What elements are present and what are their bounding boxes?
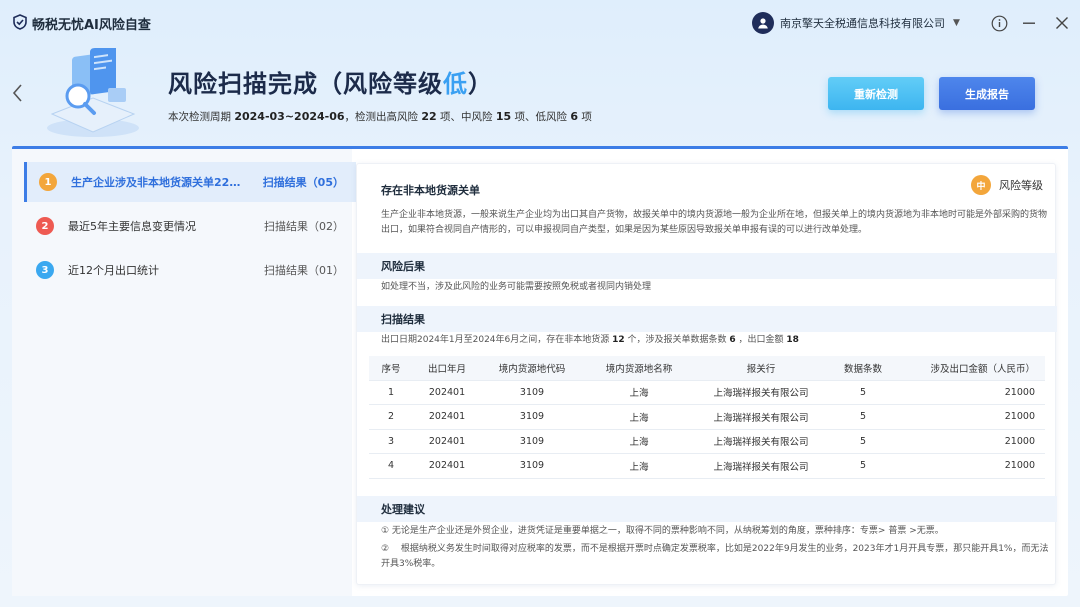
table-cell: 上海瑞祥报关有限公司 — [695, 404, 827, 429]
detail-description: 生产企业非本地货源，一般来说生产企业均为出口其自产货物，故报关单中的境内货源地一… — [381, 210, 1048, 235]
sidebar-item-label: 最近5年主要信息变更情况 — [68, 220, 196, 233]
sidebar-item-nonlocal-source[interactable]: 1 生产企业涉及非本地货源关单221... 扫描结果（05） — [24, 162, 356, 202]
title-bar: 畅税无忧AI风险自查 南京擎天全税通信息科技有限公司 ▼ — [0, 0, 1080, 46]
risk-item-sidebar: 1 生产企业涉及非本地货源关单221... 扫描结果（05） 2 最近5年主要信… — [12, 149, 356, 596]
table-cell: 21000 — [899, 379, 1045, 405]
table-cell: 202401 — [413, 453, 481, 479]
sidebar-item-export-stats[interactable]: 3 近12个月出口统计 扫描结果（01） — [24, 250, 356, 290]
user-avatar-icon — [752, 12, 774, 34]
table-cell: 上海 — [583, 428, 695, 454]
sidebar-item-label: 生产企业涉及非本地货源关单221... — [71, 176, 247, 189]
table-cell: 上海 — [583, 379, 695, 405]
sidebar-item-number: 1 — [39, 173, 57, 191]
advice-heading: 处理建议 — [357, 496, 1057, 522]
account-selector[interactable]: 南京擎天全税通信息科技有限公司 ▼ — [752, 12, 960, 34]
advice-item-1: ① 无论是生产企业还是外贸企业，进货凭证是重要单据之一，取得不同的票种影响不同，… — [381, 526, 944, 536]
table-cell: 5 — [827, 379, 899, 405]
minimize-icon[interactable] — [1019, 13, 1039, 33]
sidebar-item-number: 2 — [36, 217, 54, 235]
sidebar-item-result: 扫描结果（05） — [262, 176, 344, 189]
table-cell: 5 — [827, 404, 899, 429]
table-cell: 4 — [369, 453, 413, 479]
table-cell: 上海 — [583, 404, 695, 429]
sidebar-item-label: 近12个月出口统计 — [68, 264, 159, 277]
scan-result-heading: 扫描结果 — [357, 306, 1057, 332]
column-header: 报关行 — [695, 356, 827, 380]
risk-detail-card: 存在非本地货源关单 中 风险等级 生产企业非本地货源，一般来说生产企业均为出口其… — [356, 163, 1057, 585]
chevron-left-icon[interactable] — [10, 82, 26, 104]
sidebar-item-number: 3 — [36, 261, 54, 279]
column-header: 境内货源地代码 — [481, 356, 583, 380]
sidebar-item-result: 扫描结果（01） — [264, 264, 344, 277]
scan-result-text: 出口日期2024年1月至2024年6月之间，存在非本地货源 12 个，涉及报关单… — [381, 335, 799, 345]
table-cell: 21000 — [899, 428, 1045, 454]
consequence-text: 如处理不当，涉及此风险的业务可能需要按照免税或者视同内销处理 — [381, 282, 652, 292]
table-cell: 1 — [369, 379, 413, 405]
table-row: 2 202401 3109 上海 上海瑞祥报关有限公司 5 21000 — [369, 404, 1045, 429]
table-cell: 3109 — [481, 453, 583, 479]
help-circle-icon[interactable] — [989, 13, 1009, 33]
column-header: 境内货源地名称 — [583, 356, 695, 380]
risk-level-value: 低 — [443, 70, 468, 98]
chevron-down-icon: ▼ — [953, 18, 960, 28]
scan-summary: 本次检测周期 2024-03~2024-06，检测出高风险 22 项、中风险 1… — [168, 110, 592, 123]
detail-title: 存在非本地货源关单 — [381, 184, 480, 197]
table-cell: 3109 — [481, 404, 583, 429]
table-cell: 202401 — [413, 379, 481, 405]
risk-level-badge: 中 风险等级 — [971, 175, 1043, 195]
sidebar-item-info-changes[interactable]: 2 最近5年主要信息变更情况 扫描结果（02） — [24, 206, 356, 246]
scan-illustration-icon — [47, 48, 139, 137]
scan-result-table: 序号 出口年月 境内货源地代码 境内货源地名称 报关行 数据条数 涉及出口金额（… — [369, 356, 1045, 479]
advice-item-2: ② 根据纳税义务发生时间取得对应税率的发票，而不是根据开票时点确定发票税率，比如… — [381, 544, 1049, 569]
table-cell: 上海 — [583, 453, 695, 479]
company-name: 南京擎天全税通信息科技有限公司 — [780, 17, 945, 30]
generate-report-button[interactable]: 生成报告 — [939, 77, 1035, 110]
recheck-button[interactable]: 重新检测 — [828, 77, 924, 110]
table-cell: 21000 — [899, 404, 1045, 429]
table-cell: 202401 — [413, 404, 481, 429]
table-header-row: 序号 出口年月 境内货源地代码 境内货源地名称 报关行 数据条数 涉及出口金额（… — [369, 356, 1045, 380]
table-cell: 上海瑞祥报关有限公司 — [695, 379, 827, 405]
table-row: 3 202401 3109 上海 上海瑞祥报关有限公司 5 21000 — [369, 428, 1045, 454]
table-cell: 上海瑞祥报关有限公司 — [695, 428, 827, 454]
column-header: 出口年月 — [413, 356, 481, 380]
table-cell: 3 — [369, 428, 413, 454]
table-cell: 202401 — [413, 428, 481, 454]
table-cell: 21000 — [899, 453, 1045, 479]
column-header: 涉及出口金额（人民币） — [899, 356, 1045, 380]
page-title: 风险扫描完成（风险等级低） — [168, 70, 493, 98]
column-header: 数据条数 — [827, 356, 899, 380]
table-cell: 3109 — [481, 428, 583, 454]
app-title: 畅税无忧AI风险自查 — [32, 18, 151, 33]
risk-level-dot: 中 — [971, 175, 991, 195]
table-cell: 5 — [827, 428, 899, 454]
table-row: 1 202401 3109 上海 上海瑞祥报关有限公司 5 21000 — [369, 379, 1045, 405]
consequence-heading: 风险后果 — [357, 253, 1057, 279]
risk-level-label: 风险等级 — [999, 179, 1043, 192]
table-cell: 2 — [369, 404, 413, 429]
column-header: 序号 — [369, 356, 413, 380]
table-cell: 3109 — [481, 379, 583, 405]
close-icon[interactable] — [1052, 13, 1072, 33]
sidebar-item-result: 扫描结果（02） — [264, 220, 344, 233]
table-row: 4 202401 3109 上海 上海瑞祥报关有限公司 5 21000 — [369, 453, 1045, 479]
table-cell: 上海瑞祥报关有限公司 — [695, 453, 827, 479]
app-logo-icon — [13, 14, 27, 30]
table-cell: 5 — [827, 453, 899, 479]
main-panel: 1 生产企业涉及非本地货源关单221... 扫描结果（05） 2 最近5年主要信… — [12, 146, 1068, 596]
